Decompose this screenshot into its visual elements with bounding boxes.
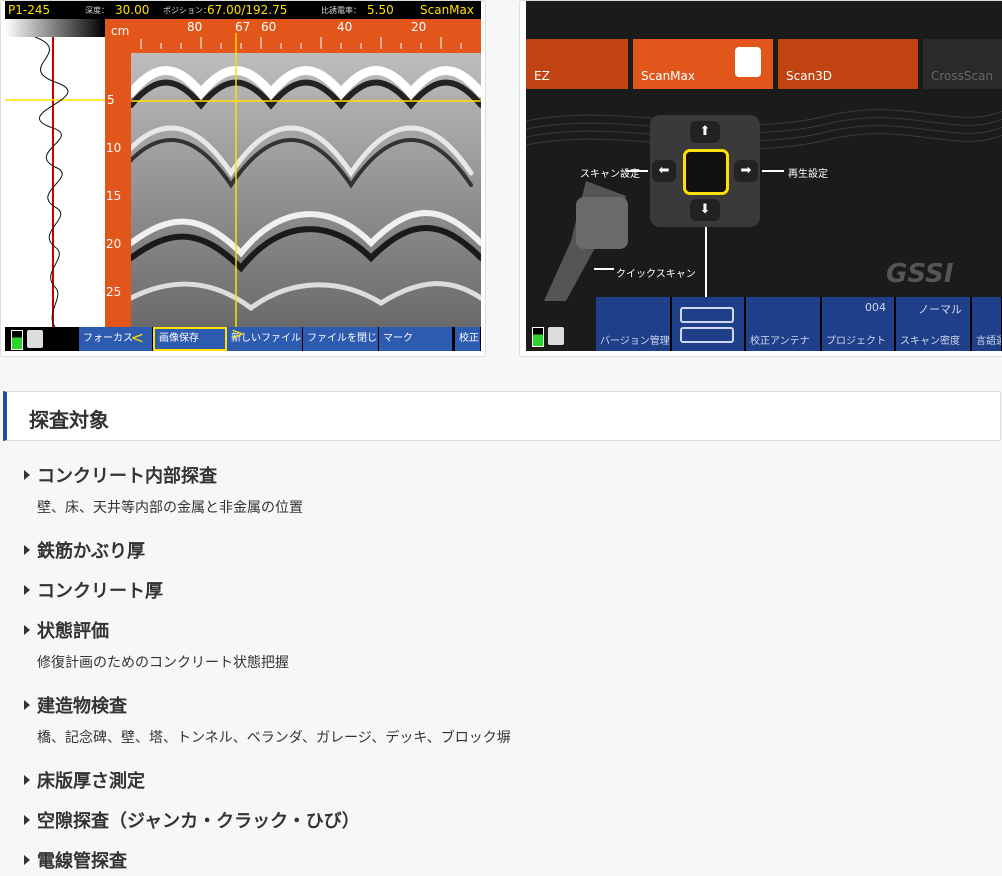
mode-tab-scan3d[interactable]: Scan3D <box>778 39 918 89</box>
scan-density-button[interactable]: ノーマル スキャン密度 <box>896 297 972 351</box>
gssi-logo: GSSI <box>886 259 954 289</box>
memory-card-icon <box>27 330 43 348</box>
new-file-button[interactable]: > 新しいファイル <box>227 324 303 351</box>
list-item-desc: 壁、床、天井等内部の金属と非金属の位置 <box>37 500 303 516</box>
position-value: 67.00/192.75 <box>207 3 288 17</box>
scan-settings-label: スキャン設定 <box>580 169 640 180</box>
enter-key[interactable] <box>683 149 729 195</box>
focus-button[interactable]: フォーカス < <box>79 327 153 351</box>
list-item-desc: 橋、記念碑、壁、塔、トンネル、ベランダ、ガレージ、デッキ、ブロック塀 <box>37 730 511 746</box>
list-item-desc: 修復計画のためのコンクリート状態把握 <box>37 655 289 671</box>
waveform-plot <box>5 36 105 328</box>
list-item-title: コンクリート内部探査 <box>24 462 217 488</box>
triangle-bullet-icon <box>24 470 30 480</box>
version-button[interactable]: バージョン管理 <box>596 297 672 351</box>
quick-scan-label: クイックスキャン <box>616 269 696 280</box>
status-bar: P1-245 深度： 30.00 ポジション： 67.00/192.75 比誘電… <box>5 1 481 19</box>
depth-ruler: 5 10 15 20 25 <box>105 19 131 327</box>
calibrate-antenna-button[interactable]: 校正アンテナ <box>746 297 822 351</box>
triangle-bullet-icon <box>24 855 30 865</box>
playback-settings-label: 再生設定 <box>788 169 828 180</box>
triangle-bullet-icon <box>24 815 30 825</box>
menu-screen: EZ ScanMax Scan3D CrossScan ⬆ ⬇ ⬅ ➡ スキャン… <box>526 1 1002 351</box>
list-item-title: 電線管探査 <box>24 847 127 873</box>
radargram-image <box>131 53 481 327</box>
project-button[interactable]: 004 プロジェクト <box>822 297 896 351</box>
battery-status-button[interactable] <box>672 297 746 351</box>
battery-icon <box>532 327 544 347</box>
mode-tab-scanmax[interactable]: ScanMax <box>633 39 773 89</box>
up-arrow-key[interactable]: ⬆ <box>690 121 720 143</box>
mode-tab-ez[interactable]: EZ <box>526 39 628 89</box>
dpad: ⬆ ⬇ ⬅ ➡ <box>650 115 760 227</box>
mode-value: ScanMax <box>420 3 474 17</box>
list-item-title: 床版厚さ測定 <box>24 767 145 793</box>
triangle-bullet-icon <box>24 775 30 785</box>
list-item-title: 鉄筋かぶり厚 <box>24 537 145 563</box>
list-item-title: 建造物検査 <box>24 692 127 718</box>
left-arrow-key[interactable]: ⬅ <box>652 160 676 182</box>
list-item-title: コンクリート厚 <box>24 577 163 603</box>
depth-label: 深度： <box>85 6 109 15</box>
right-arrow-key[interactable]: ➡ <box>734 160 758 182</box>
battery-icon <box>11 330 23 350</box>
mark-button[interactable]: マーク <box>379 327 453 351</box>
save-image-button[interactable]: 画像保存 <box>153 327 227 351</box>
triangle-bullet-icon <box>24 700 30 710</box>
triangle-bullet-icon <box>24 545 30 555</box>
down-arrow-key[interactable]: ⬇ <box>690 199 720 221</box>
depth-value: 30.00 <box>115 3 150 17</box>
triangle-bullet-icon <box>24 585 30 595</box>
scan-screenshot-card: P1-245 深度： 30.00 ポジション： 67.00/192.75 比誘電… <box>0 0 486 357</box>
list-item-title: 状態評価 <box>24 617 109 643</box>
dielectric-value: 5.50 <box>367 3 394 17</box>
triangle-bullet-icon <box>24 625 30 635</box>
position-ruler: cm 80 67 60 40 20 <box>111 19 481 53</box>
user-scan-icon <box>735 47 761 77</box>
section-header: 探査対象 <box>3 391 1001 441</box>
language-button[interactable]: 言語選 <box>972 297 1002 351</box>
section-title: 探査対象 <box>29 408 109 432</box>
dielectric-label: 比誘電率： <box>321 6 361 15</box>
menu-screenshot-card: EZ ScanMax Scan3D CrossScan ⬆ ⬇ ⬅ ➡ スキャン… <box>519 0 1002 357</box>
mode-tab-crossscan[interactable]: CrossScan <box>923 39 1002 89</box>
calibrate-button[interactable]: 校正 <box>455 327 481 351</box>
close-file-button[interactable]: ファイルを閉じる <box>303 327 379 351</box>
scan-screen: P1-245 深度： 30.00 ポジション： 67.00/192.75 比誘電… <box>5 1 481 351</box>
file-id: P1-245 <box>8 3 51 17</box>
color-gradient-bar <box>5 19 105 37</box>
position-label: ポジション： <box>163 6 211 15</box>
list-item-title: 空隙探査（ジャンカ・クラック・ひび） <box>24 807 360 833</box>
function-bar: フォーカス< 画像保存 >新しいファイル ファイルを閉じる マーク 校正 <box>5 324 481 351</box>
memory-card-icon <box>548 327 564 345</box>
